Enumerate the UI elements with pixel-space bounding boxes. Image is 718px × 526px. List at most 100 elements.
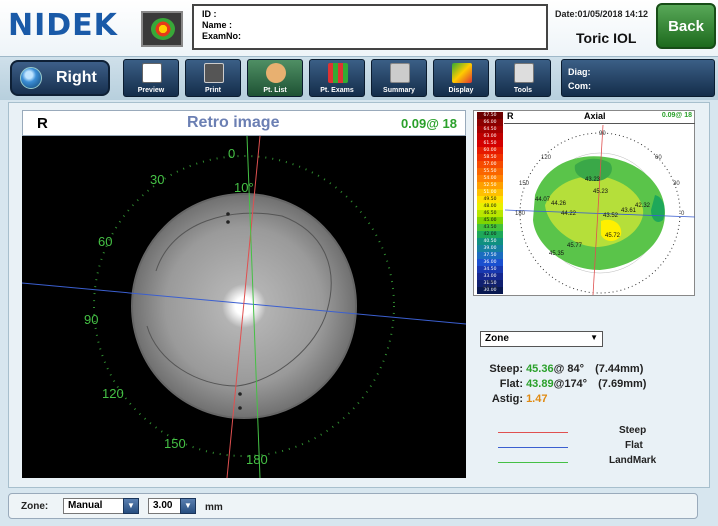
scale-cell: 66.00 <box>477 119 503 126</box>
com-label: Com: <box>568 81 591 91</box>
zone-mode-select[interactable]: Manual <box>63 498 129 514</box>
ring-label-150: 150 <box>519 181 530 187</box>
protractor-label-60: 60 <box>98 234 112 249</box>
legend-steep-swatch <box>498 432 568 433</box>
flat-mm: (7.69mm) <box>598 378 647 390</box>
preview-label: Preview <box>137 87 165 94</box>
axial-map-header: R Axial 0.09@ 18 <box>504 110 695 124</box>
scale-cell: 48.00 <box>477 203 503 210</box>
eye-icon <box>20 67 42 89</box>
exam-number-label: ExamNo: <box>202 31 242 41</box>
zone-mode-value: Manual <box>68 500 103 511</box>
astig-measurement: Astig: 1.47 <box>479 393 548 405</box>
toolbar: Right Preview Print Pt. List Pt. Exams S… <box>0 56 718 100</box>
diag-label: Diag: <box>568 67 591 77</box>
patient-list-label: Pt. List <box>263 87 287 94</box>
scale-cell: 46.50 <box>477 210 503 217</box>
scale-cell: 51.00 <box>477 189 503 196</box>
map-label: 43.23 <box>585 177 601 183</box>
display-button[interactable]: Display <box>433 59 489 97</box>
nidek-logo: NIDEK <box>8 8 118 43</box>
diagnosis-comment-box[interactable]: Diag: Com: <box>561 59 715 97</box>
display-icon <box>452 63 472 83</box>
scale-cell: 60.00 <box>477 147 503 154</box>
preview-button[interactable]: Preview <box>123 59 179 97</box>
zone-size-select[interactable]: 3.00 <box>148 498 184 514</box>
printer-icon <box>204 63 224 83</box>
protractor-label-90: 90 <box>84 312 98 327</box>
zone-label: Zone: <box>21 501 49 512</box>
map-label: 44.07 <box>535 197 551 203</box>
steep-label: Steep: <box>489 363 523 375</box>
axial-map-canvas: 90 120 60 150 30 180 0 43.23 45.23 44.07… <box>505 125 695 295</box>
scale-cell: 58.50 <box>477 154 503 161</box>
axial-axis-value: 0.09@ 18 <box>661 112 692 119</box>
tools-label: Tools <box>513 87 533 94</box>
print-button[interactable]: Print <box>185 59 241 97</box>
scale-foot-step: S-K 1.5 <box>482 284 498 289</box>
patient-name-label: Name : <box>202 20 233 30</box>
flat-value: 43.89 <box>526 378 554 390</box>
tools-button[interactable]: Tools <box>495 59 551 97</box>
retro-image-title: Retro image <box>187 114 280 131</box>
astig-label: Astig: <box>491 393 523 405</box>
scale-cell: 63.00 <box>477 133 503 140</box>
zone-dropdown-value: Zone <box>485 333 509 344</box>
protractor-label-120: 120 <box>102 386 124 401</box>
magnifier-icon <box>142 63 162 83</box>
tools-icon <box>514 63 534 83</box>
retro-image-view[interactable]: 0 10° 30 60 90 120 150 180 <box>22 136 466 478</box>
flat-measurement: Flat: 43.89@174° (7.69mm) <box>479 378 647 390</box>
legend-flat-swatch <box>498 447 568 448</box>
mode-title: Toric IOL <box>576 30 637 46</box>
eye-select-right-button[interactable]: Right <box>10 60 110 96</box>
zone-settings-bar: Zone: Manual ▼ 3.00 ▼ mm <box>8 493 698 519</box>
axial-eye-label: R <box>507 111 514 121</box>
patient-exams-label: Pt. Exams <box>320 87 354 94</box>
exam-date: Date:01/05/2018 14:12 <box>555 9 649 19</box>
patient-exams-button[interactable]: Pt. Exams <box>309 59 365 97</box>
scale-cell: 43.50 <box>477 224 503 231</box>
scale-cell: 42.00 <box>477 231 503 238</box>
color-scale: 67.50 66.00 64.50 63.00 61.50 60.00 58.50 57.00… <box>477 112 503 294</box>
protractor-label-10: 10° <box>234 180 254 195</box>
ring-label-120: 120 <box>541 155 552 161</box>
scale-cell: 36.00 <box>477 259 503 266</box>
scale-cell: 54.00 <box>477 175 503 182</box>
ring-label-90: 90 <box>599 131 606 137</box>
zone-size-chevron-down-icon[interactable]: ▼ <box>180 498 196 514</box>
ring-label-0: 0 <box>681 211 685 217</box>
chevron-down-icon: ▼ <box>590 333 598 342</box>
patient-list-button[interactable]: Pt. List <box>247 59 303 97</box>
scale-cell: 57.00 <box>477 161 503 168</box>
scale-cell: 49.50 <box>477 196 503 203</box>
protractor-label-150: 150 <box>164 436 186 451</box>
back-button[interactable]: Back <box>656 3 716 49</box>
ring-label-30: 30 <box>673 181 680 187</box>
scale-footer: Abs S-K 1.5 <box>477 279 503 289</box>
scale-cell: 39.00 <box>477 245 503 252</box>
map-label: 42.32 <box>635 203 651 209</box>
retro-image-canvas: 0 10° 30 60 90 120 150 180 <box>22 136 466 478</box>
legend-landmark-swatch <box>498 462 568 463</box>
retro-eye-label: R <box>37 115 48 132</box>
map-label: 45.35 <box>549 251 565 257</box>
summary-label: Summary <box>383 87 415 94</box>
retro-axis-value: 0.09@ 18 <box>400 116 457 131</box>
scale-cell: 34.50 <box>477 266 503 273</box>
patient-id-label: ID : <box>202 9 217 19</box>
exams-icon <box>328 63 348 83</box>
zone-mode-chevron-down-icon[interactable]: ▼ <box>123 498 139 514</box>
scale-cell: 45.00 <box>477 217 503 224</box>
flat-axis: @174° <box>553 378 588 390</box>
map-label: 43.52 <box>603 213 619 219</box>
legend-flat-label: Flat <box>625 440 643 451</box>
summary-button[interactable]: Summary <box>371 59 427 97</box>
scale-cell: 52.50 <box>477 182 503 189</box>
zone-dropdown[interactable]: Zone ▼ <box>480 331 603 347</box>
map-label: 45.23 <box>593 189 609 195</box>
scale-cell: 55.50 <box>477 168 503 175</box>
ring-label-60: 60 <box>655 155 662 161</box>
scale-cell: 37.50 <box>477 252 503 259</box>
person-icon <box>266 63 286 83</box>
